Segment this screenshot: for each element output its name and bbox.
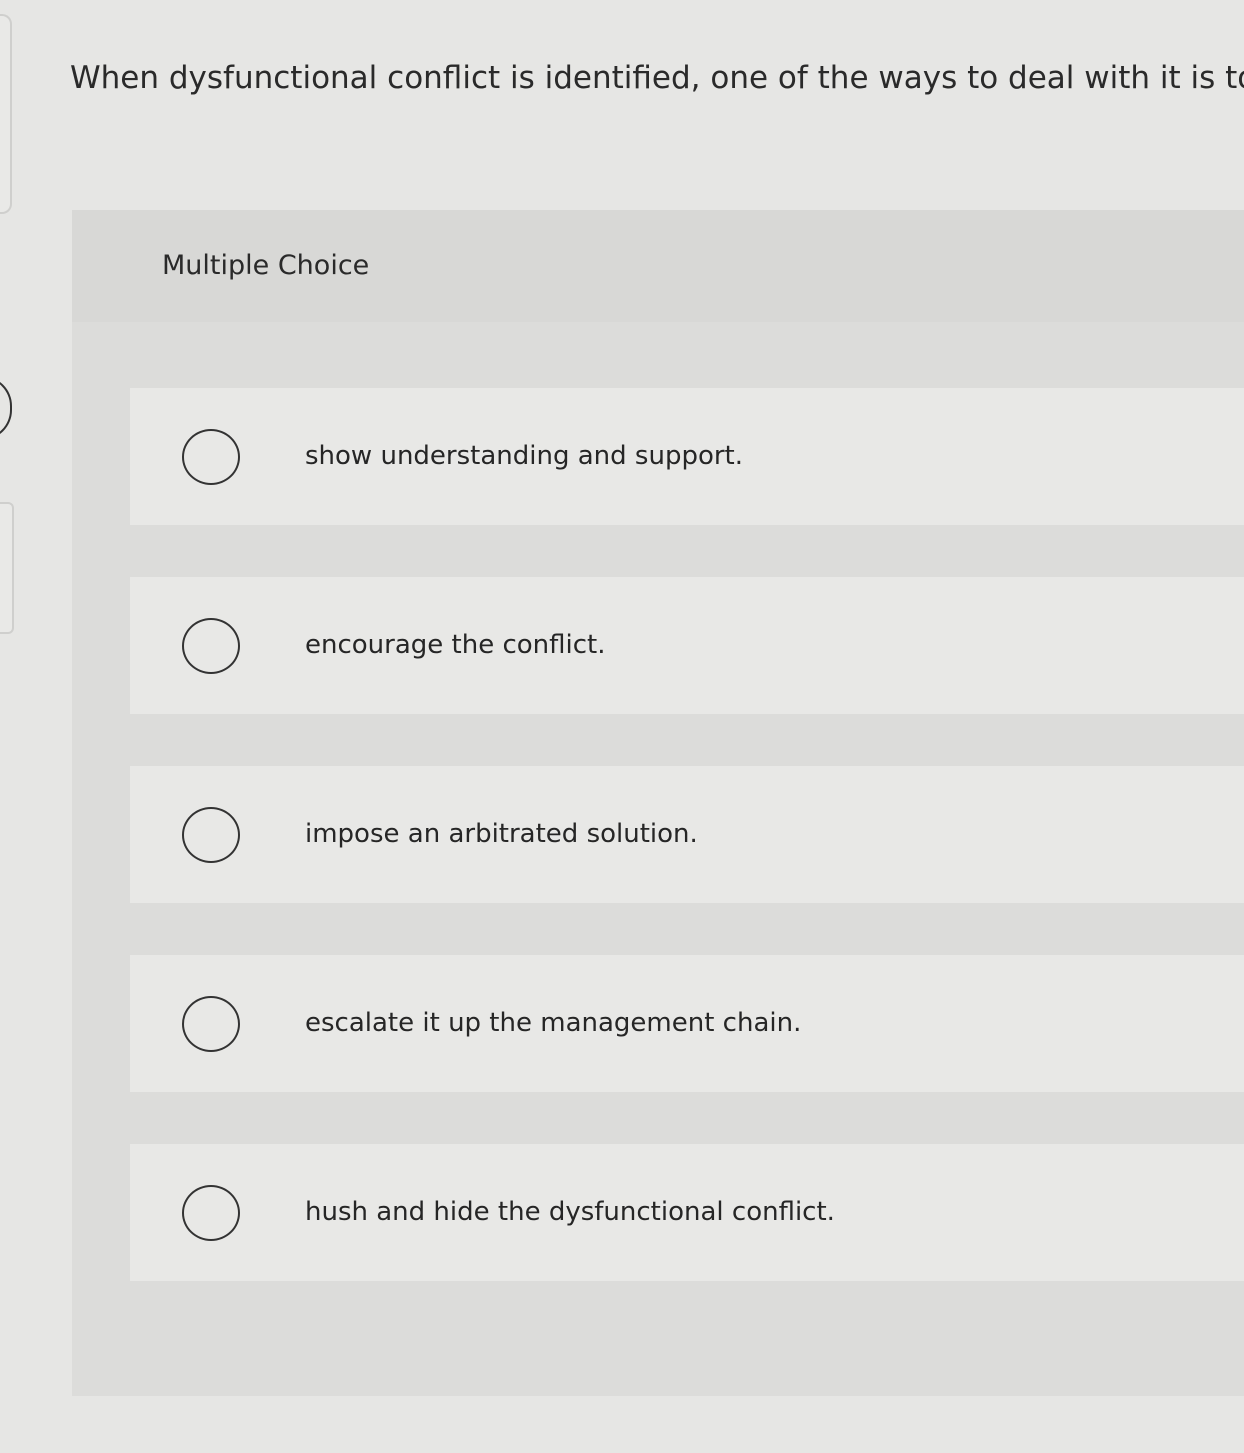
radio-button[interactable]	[182, 429, 240, 485]
left-edge-panel-fragment	[0, 14, 12, 214]
answer-option-4[interactable]: escalate it up the management chain.	[130, 955, 1244, 1092]
left-edge-box-fragment	[0, 502, 14, 634]
answer-panel: Multiple Choice show understanding and s…	[72, 210, 1244, 1396]
radio-button[interactable]	[182, 996, 240, 1052]
answer-option-label: show understanding and support.	[305, 441, 744, 471]
radio-button[interactable]	[182, 807, 240, 863]
answer-option-3[interactable]: impose an arbitrated solution.	[130, 766, 1244, 903]
panel-header: Multiple Choice	[72, 210, 1244, 322]
answer-option-label: impose an arbitrated solution.	[305, 819, 698, 849]
answer-option-label: encourage the conflict.	[305, 630, 606, 660]
answer-option-5[interactable]: hush and hide the dysfunctional conflict…	[130, 1144, 1244, 1281]
answer-option-label: hush and hide the dysfunctional conflict…	[305, 1197, 835, 1227]
radio-button[interactable]	[182, 618, 240, 674]
question-type-label: Multiple Choice	[162, 250, 370, 281]
answer-option-1[interactable]: show understanding and support.	[130, 388, 1244, 525]
question-text: When dysfunctional conflict is identifie…	[70, 60, 1244, 96]
answer-option-label: escalate it up the management chain.	[305, 1008, 802, 1038]
answer-option-2[interactable]: encourage the conflict.	[130, 577, 1244, 714]
left-edge-tab-fragment	[0, 376, 12, 440]
radio-button[interactable]	[182, 1185, 240, 1241]
